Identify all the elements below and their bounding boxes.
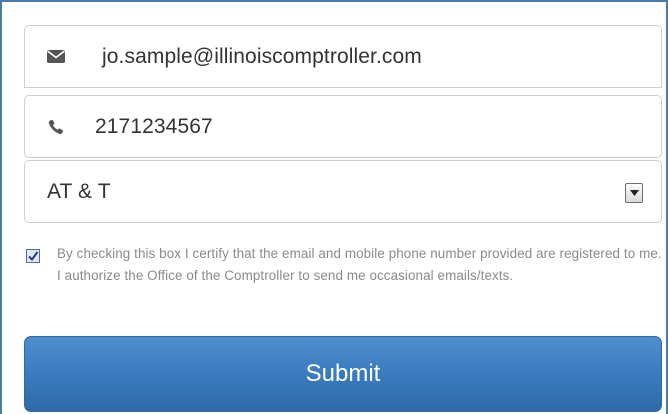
phone-field[interactable]: 2171234567 bbox=[24, 95, 662, 158]
carrier-dropdown-button[interactable] bbox=[625, 183, 643, 203]
phone-value: 2171234567 bbox=[95, 114, 213, 138]
carrier-select[interactable]: AT & T bbox=[24, 160, 662, 223]
consent-row: By checking this box I certify that the … bbox=[26, 243, 662, 287]
chevron-down-icon bbox=[629, 190, 639, 196]
email-field[interactable]: jo.sample@illinoiscomptroller.com bbox=[24, 25, 662, 88]
email-value: jo.sample@illinoiscomptroller.com bbox=[102, 44, 422, 68]
form-panel: jo.sample@illinoiscomptroller.com 217123… bbox=[0, 0, 668, 414]
consent-checkbox[interactable] bbox=[26, 249, 40, 263]
consent-text: By checking this box I certify that the … bbox=[57, 246, 662, 283]
submit-button[interactable]: Submit bbox=[24, 336, 662, 412]
checkmark-icon bbox=[28, 251, 39, 262]
envelope-icon bbox=[43, 44, 69, 70]
phone-icon bbox=[43, 114, 69, 140]
carrier-selected-value: AT & T bbox=[47, 179, 111, 203]
